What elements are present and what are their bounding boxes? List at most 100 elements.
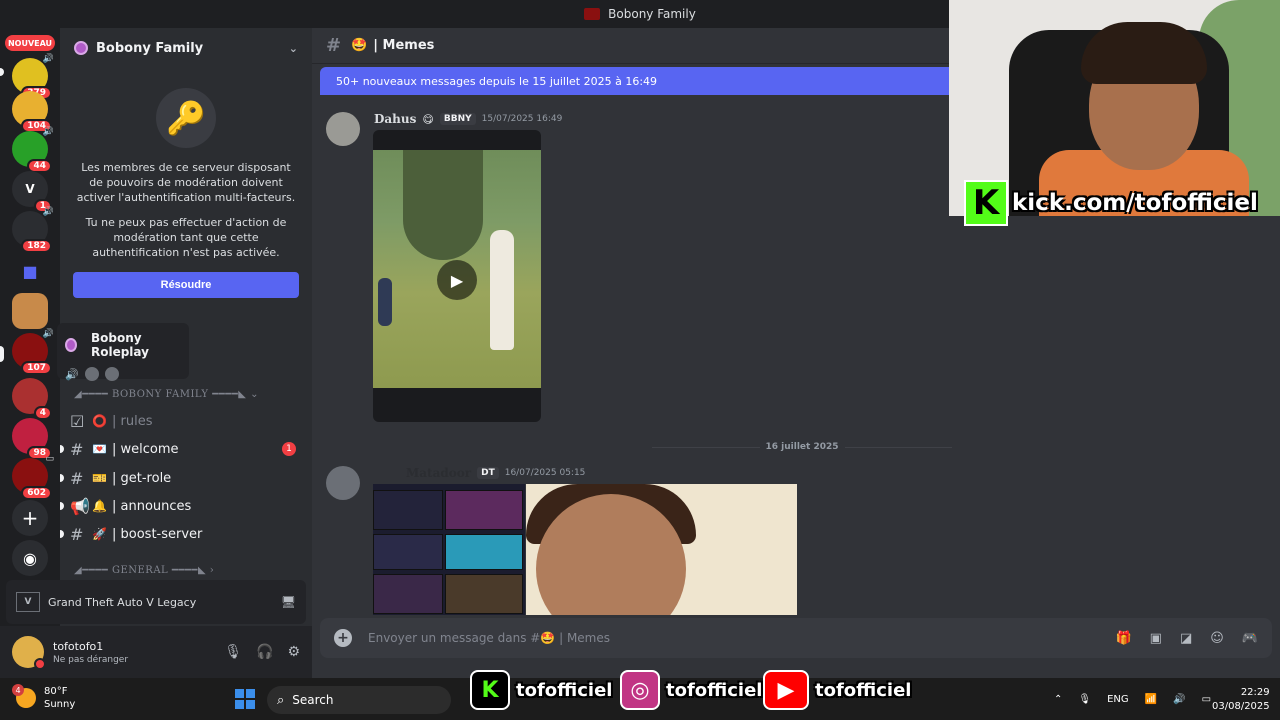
- battery-icon[interactable]: ▭: [1202, 694, 1211, 705]
- screen: Bobony Family NOUVEAU 🔊379 104 🔊44 V1 🔊1…: [0, 0, 1280, 720]
- server-icon[interactable]: 🔊 107: [12, 329, 54, 375]
- avatar[interactable]: [12, 636, 46, 670]
- new-badge[interactable]: NOUVEAU: [5, 35, 55, 51]
- windows-start-icon[interactable]: [235, 689, 255, 709]
- mention-badge: 4: [33, 406, 52, 420]
- activity-panel[interactable]: V Grand Theft Auto V Legacy 🖥: [6, 580, 306, 624]
- add-attachment-icon[interactable]: +: [334, 629, 352, 647]
- key-icon: 🔑: [156, 88, 216, 148]
- channel-welcome[interactable]: # 💌 | welcome 1: [60, 437, 302, 461]
- server-icon[interactable]: 104: [12, 91, 52, 133]
- kick-logo-icon: K: [470, 670, 510, 710]
- channel-emoji: 🤩: [351, 38, 368, 53]
- video-attachment[interactable]: ▶: [373, 130, 541, 422]
- channel-boost-server[interactable]: # 🚀 | boost-server: [60, 522, 302, 546]
- sun-icon: 4: [12, 684, 36, 708]
- gamepad-icon[interactable]: 🎮: [1242, 631, 1258, 646]
- headphones-icon[interactable]: 🎧: [256, 644, 273, 660]
- chevron-up-icon[interactable]: ⌃: [1054, 694, 1062, 705]
- microphone-icon[interactable]: 🎙: [224, 644, 242, 660]
- message-author[interactable]: Matadoor: [406, 466, 471, 480]
- mention-badge: 182: [21, 239, 52, 253]
- server-icon[interactable]: 🔊379: [12, 54, 54, 100]
- gif-icon[interactable]: ▣: [1150, 631, 1162, 646]
- clock[interactable]: 22:29 03/08/2025: [1212, 686, 1270, 714]
- category-bobony-family[interactable]: ◢━━━━ BOBONY FAMILY ━━━━◣ ⌄: [74, 389, 259, 400]
- speaker-icon: 🔊: [42, 127, 54, 137]
- channel-emoji: 🎫: [92, 471, 107, 485]
- emoji-icon[interactable]: ☺: [1210, 631, 1224, 646]
- server-icon[interactable]: 98: [12, 418, 52, 460]
- new-messages-banner[interactable]: 50+ nouveaux messages depuis le 15 juill…: [320, 67, 960, 95]
- role-tag[interactable]: BBNY: [439, 113, 476, 125]
- weather-widget[interactable]: 4 80°F Sunny: [12, 684, 75, 711]
- video-scene: [490, 230, 514, 350]
- message-author[interactable]: Dahus: [374, 112, 416, 126]
- channel-announces[interactable]: 📢 🔔 | announces: [60, 494, 302, 518]
- stream-icon[interactable]: 🖥: [281, 595, 296, 609]
- server-icon[interactable]: [12, 293, 48, 329]
- discover-icon[interactable]: ◉: [12, 540, 48, 576]
- video-scene: [403, 150, 483, 260]
- username: tofotofo1: [53, 639, 104, 653]
- app-logo-icon: [584, 8, 601, 20]
- channel-name: | get-role: [112, 470, 172, 486]
- channel-rules[interactable]: ☑ ⭕ | rules: [70, 409, 302, 433]
- play-icon[interactable]: ▶: [437, 260, 477, 300]
- window-title: Bobony Family: [608, 7, 696, 21]
- social-handle: tofofficiel: [666, 679, 763, 701]
- microphone-icon[interactable]: 🎙: [1078, 694, 1091, 705]
- channel-emoji: 🔔: [92, 499, 107, 513]
- user-panel: tofotofo1 Ne pas déranger 🎙 🎧 ⚙: [0, 626, 312, 678]
- megaphone-icon: 📢: [70, 496, 90, 516]
- dnd-status-icon: [34, 658, 46, 670]
- image-attachment[interactable]: [373, 484, 525, 615]
- add-server-icon[interactable]: +: [12, 500, 48, 536]
- user-status: Ne pas déranger: [53, 654, 129, 665]
- taskbar-search[interactable]: ⌕ Search: [267, 686, 451, 714]
- volume-icon[interactable]: 🔊: [1173, 694, 1185, 705]
- resolve-button[interactable]: Résoudre: [73, 272, 299, 298]
- wifi-icon[interactable]: 📶: [1145, 694, 1157, 705]
- message-header: Matadoor DT 16/07/2025 05:15: [374, 466, 585, 480]
- guild-header[interactable]: Bobony Family ⌄: [60, 28, 312, 68]
- social-handle: tofofficiel: [815, 679, 912, 701]
- channel-get-role[interactable]: # 🎫 | get-role: [60, 466, 302, 490]
- channel-emoji: 🚀: [92, 527, 107, 541]
- rules-channel-icon: ☑: [70, 411, 85, 431]
- active-pill: [0, 346, 4, 362]
- hash-icon: #: [70, 468, 84, 488]
- kick-overlay: K kick.com/tofofficiel: [964, 180, 1258, 226]
- server-icon[interactable]: V1: [12, 171, 52, 213]
- server-icon[interactable]: 4: [12, 378, 52, 420]
- avatar[interactable]: [326, 466, 360, 500]
- role-tag[interactable]: DT: [477, 467, 499, 479]
- composer-placeholder[interactable]: Envoyer un message dans #🤩 | Memes: [368, 631, 610, 645]
- mention-badge: 107: [21, 361, 52, 375]
- chevron-down-icon: ⌄: [288, 41, 298, 55]
- server-icon[interactable]: 🔊 182: [12, 207, 54, 253]
- gift-icon[interactable]: 🎁: [1115, 631, 1131, 646]
- message-composer[interactable]: + Envoyer un message dans #🤩 | Memes 🎁 ▣…: [320, 618, 1272, 658]
- image-tile: [445, 534, 523, 570]
- gear-icon[interactable]: ⚙: [287, 644, 300, 660]
- sticker-icon[interactable]: ◪: [1180, 631, 1192, 646]
- mfa-text-2: Tu ne peux pas effectuer d'action de mod…: [85, 216, 287, 259]
- webcam-scene: [1081, 22, 1207, 84]
- tooltip-title: Bobony Roleplay: [90, 331, 149, 359]
- mfa-text-1: Les membres de ce serveur disposant de p…: [76, 161, 296, 204]
- date-label: 16 juillet 2025: [765, 442, 839, 452]
- folder-icon[interactable]: ■: [12, 253, 48, 289]
- category-general[interactable]: ◢━━━━ GENERAL ━━━━◣ ›: [74, 565, 214, 576]
- image-attachment[interactable]: [526, 484, 797, 615]
- message-timestamp: 15/07/2025 16:49: [481, 114, 563, 124]
- screen-icon: ▭: [45, 454, 54, 464]
- weather-badge: 4: [12, 684, 24, 696]
- server-icon[interactable]: 🔊 44: [12, 127, 54, 173]
- speaker-icon: 🔊: [42, 329, 54, 339]
- voice-user-avatar: [104, 367, 119, 381]
- channel-title: | Memes: [373, 38, 435, 53]
- language-indicator[interactable]: ENG: [1107, 694, 1129, 705]
- server-icon[interactable]: ▭ 602: [12, 454, 54, 500]
- avatar[interactable]: [326, 112, 360, 146]
